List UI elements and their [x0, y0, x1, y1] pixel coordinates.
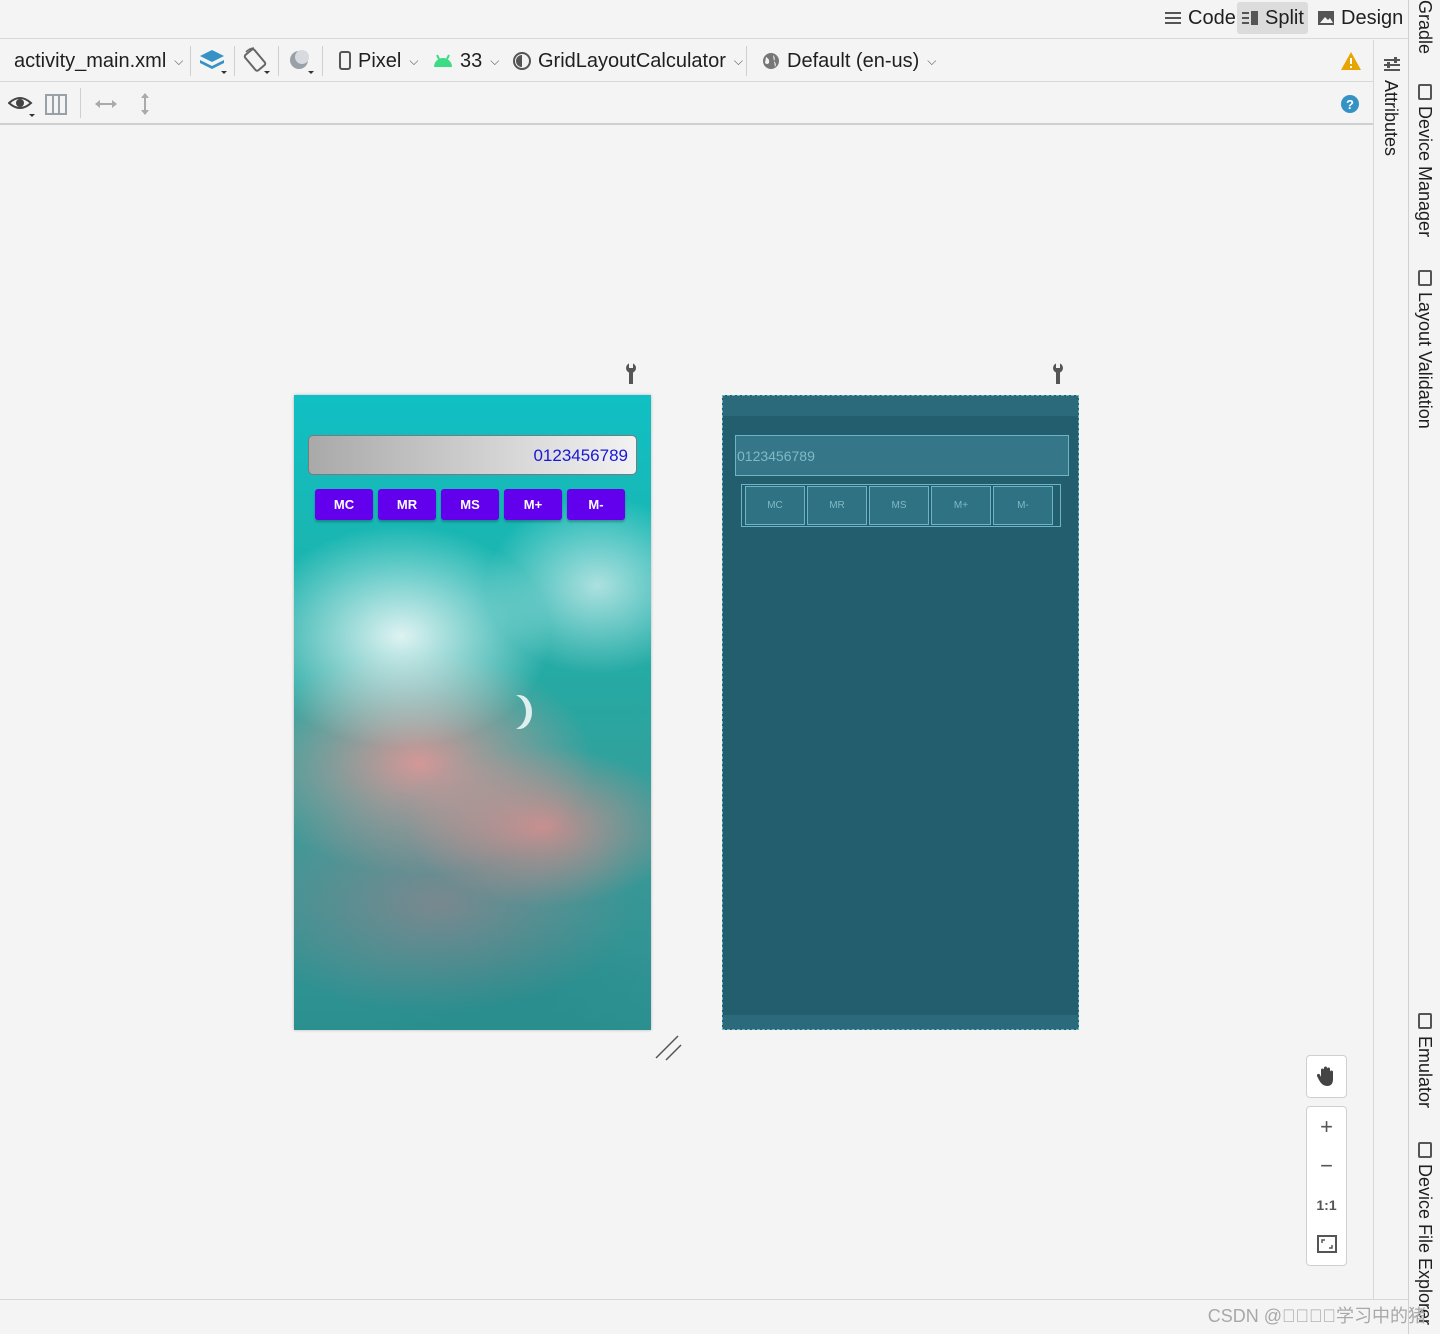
layout-validation-tab[interactable]: Layout Validation [1414, 292, 1435, 429]
view-mode-bar: Code Split Design [0, 0, 1408, 39]
blueprint-m-minus-key[interactable]: M- [993, 486, 1053, 525]
pin-icon[interactable] [1051, 362, 1065, 386]
zoom-to-fit-button[interactable] [1307, 1224, 1346, 1263]
minus-icon: − [1320, 1152, 1333, 1178]
svg-text:?: ? [1346, 97, 1354, 112]
toolbar-divider [322, 46, 323, 76]
code-lines-icon [1165, 12, 1181, 24]
split-view-icon [1242, 11, 1258, 25]
globe-icon [763, 53, 779, 69]
android-icon [434, 54, 452, 67]
blueprint-status-bar [723, 396, 1078, 416]
blueprint-mc-key[interactable]: MC [745, 486, 805, 525]
actual-size-button[interactable]: 1:1 [1307, 1185, 1346, 1224]
canvas-toolbar: ? [0, 82, 1373, 125]
tool-window-strip: Gradle Device Manager Layout Validation … [1408, 0, 1440, 1334]
api-level: 33 [460, 49, 483, 72]
zoom-controls: + − 1:1 [1306, 1106, 1347, 1266]
attributes-tab[interactable]: Attributes [1380, 80, 1401, 156]
m-minus-button[interactable]: M- [567, 489, 625, 520]
api-level-selector[interactable]: 33 ⌵ [432, 40, 499, 82]
device-file-explorer-tab[interactable]: Device File Explorer [1414, 1164, 1435, 1325]
zoom-out-button[interactable]: − [1307, 1146, 1346, 1185]
layout-validation-icon [1418, 270, 1432, 286]
status-bar [0, 1299, 1408, 1334]
memory-key-row: MC MR MS M+ M- [315, 489, 625, 520]
pan-control [1306, 1055, 1347, 1098]
device-file-explorer-icon [1418, 1142, 1432, 1158]
design-mode-label: Design [1341, 6, 1404, 29]
rotate-device-icon [243, 47, 270, 74]
blueprint-display[interactable]: 0123456789 [735, 435, 1069, 476]
theme-name: GridLayoutCalculator [538, 49, 726, 72]
resize-handle-icon[interactable] [654, 1034, 682, 1062]
mc-button[interactable]: MC [315, 489, 373, 520]
blueprint-nav-bar [723, 1015, 1078, 1029]
attributes-strip: Attributes [1373, 40, 1408, 1299]
device-manager-tab[interactable]: Device Manager [1414, 106, 1435, 237]
pin-icon[interactable] [624, 362, 638, 386]
layout-editor-toolbar: activity_main.xml ⌵ Pixel ⌵ 33 ⌵ GridLay… [0, 40, 1373, 82]
emulator-icon [1418, 1013, 1432, 1029]
code-mode-button[interactable]: Code [1160, 2, 1240, 34]
emulator-tab[interactable]: Emulator [1414, 1036, 1435, 1108]
design-preview[interactable]: 0123456789 MC MR MS M+ M- [294, 395, 651, 1030]
device-manager-icon [1418, 84, 1432, 100]
toolbar-divider [234, 46, 235, 76]
plus-icon: + [1320, 1113, 1333, 1139]
file-name: activity_main.xml [14, 49, 167, 72]
split-mode-button[interactable]: Split [1237, 2, 1308, 34]
blueprint-m-plus-key[interactable]: M+ [931, 486, 991, 525]
layers-icon [200, 50, 227, 74]
m-plus-button[interactable]: M+ [504, 489, 562, 520]
toolbar-divider [746, 46, 747, 76]
blueprint-key-grid[interactable]: MC MR MS M+ M- [741, 484, 1061, 527]
blueprint-ms-key[interactable]: MS [869, 486, 929, 525]
locale-selector[interactable]: Default (en-us) ⌵ [761, 40, 936, 82]
warning-icon [1341, 52, 1361, 70]
design-surface-button[interactable] [199, 40, 229, 82]
theme-selector[interactable]: GridLayoutCalculator ⌵ [512, 40, 743, 82]
theme-icon [513, 52, 531, 70]
device-selector[interactable]: Pixel ⌵ [338, 40, 418, 82]
eye-icon[interactable] [8, 94, 38, 118]
chevron-down-icon: ⌵ [490, 53, 500, 68]
device-name: Pixel [358, 49, 402, 72]
blueprint-mr-key[interactable]: MR [807, 486, 867, 525]
hand-icon [1316, 1066, 1333, 1086]
locale-name: Default (en-us) [787, 49, 920, 72]
file-selector[interactable]: activity_main.xml ⌵ [14, 40, 183, 82]
gradle-tab[interactable]: Gradle [1414, 0, 1435, 54]
sliders-icon [1384, 57, 1400, 71]
watermark: CSDN @    学习中的猪 [1207, 1306, 1426, 1326]
toolbar-divider [190, 46, 191, 76]
warnings-button[interactable] [1340, 40, 1362, 82]
zoom-in-button[interactable]: + [1307, 1107, 1346, 1146]
design-mode-button[interactable]: Design [1313, 2, 1407, 34]
vertical-arrows-icon[interactable] [137, 92, 153, 116]
chevron-down-icon: ⌵ [174, 53, 184, 68]
chevron-down-icon: ⌵ [733, 53, 743, 68]
moon-image [500, 695, 526, 729]
phone-icon [339, 51, 351, 70]
pan-button[interactable] [1307, 1056, 1346, 1095]
toolbar-divider [80, 88, 81, 118]
help-icon[interactable]: ? [1340, 94, 1360, 114]
chevron-down-icon: ⌵ [927, 53, 937, 68]
night-mode-button[interactable] [286, 40, 318, 82]
code-mode-label: Code [1188, 6, 1236, 29]
toolbar-divider [278, 46, 279, 76]
horizontal-arrows-icon[interactable] [94, 96, 118, 112]
split-mode-label: Split [1265, 6, 1304, 29]
fit-screen-icon [1316, 1234, 1337, 1253]
chevron-down-icon: ⌵ [409, 53, 419, 68]
orientation-button[interactable] [242, 40, 272, 82]
ms-button[interactable]: MS [441, 489, 499, 520]
image-icon [1318, 11, 1334, 25]
theme-mode-icon [290, 50, 314, 74]
blueprint-preview[interactable]: 0123456789 MC MR MS M+ M- [722, 395, 1079, 1030]
mr-button[interactable]: MR [378, 489, 436, 520]
calculator-display[interactable]: 0123456789 [308, 435, 637, 475]
columns-icon[interactable] [45, 94, 67, 116]
